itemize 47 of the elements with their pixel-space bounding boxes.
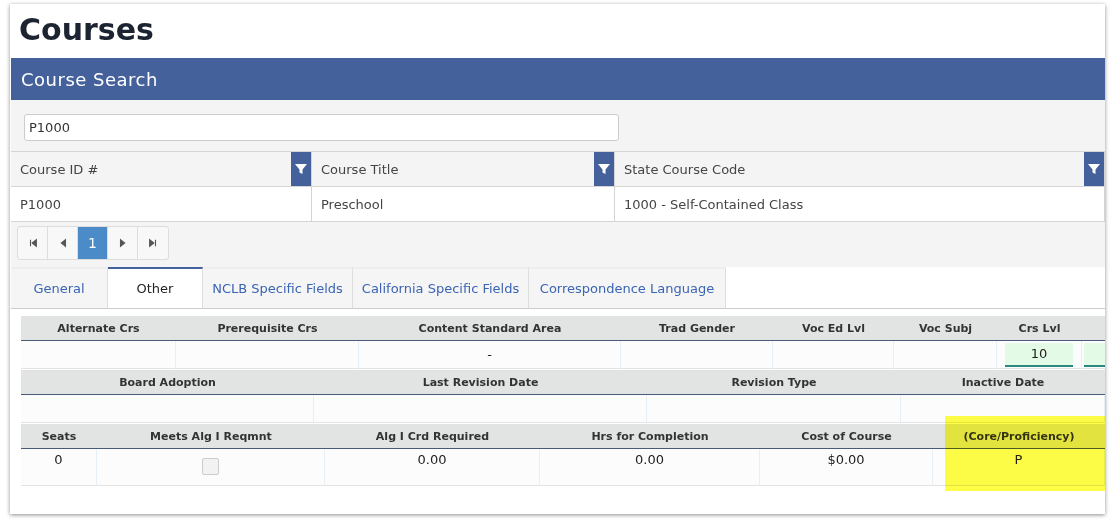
column-header: Alternate Crs	[21, 316, 176, 341]
table-cell: 0.00	[325, 449, 540, 486]
tab[interactable]: Other	[108, 267, 203, 308]
column-header[interactable]: State Course Code	[615, 152, 1105, 187]
checkbox[interactable]	[202, 458, 219, 475]
table-cell: Preschool	[312, 187, 615, 222]
column-header: Board Adoption	[21, 370, 314, 395]
page-button[interactable]: 1	[78, 227, 108, 259]
tab[interactable]: NCLB Specific Fields	[203, 267, 353, 308]
filter-button[interactable]	[1084, 152, 1104, 186]
table-cell: -	[359, 341, 621, 369]
table-cell: P1000	[11, 187, 312, 222]
tab[interactable]: California Specific Fields	[353, 267, 529, 308]
filter-button[interactable]	[594, 152, 614, 186]
column-header: Voc Subj	[894, 316, 997, 341]
search-field[interactable]: P1000	[24, 114, 619, 141]
column-header: Crs Lvl	[997, 316, 1082, 341]
column-header: Trad Gender	[621, 316, 773, 341]
column-header: Cost of Course	[760, 424, 933, 449]
column-header: Hrs for Completion	[540, 424, 760, 449]
column-header: Seats	[21, 424, 97, 449]
panel-title: Course Search	[21, 68, 158, 90]
tab[interactable]: Correspondence Language	[529, 267, 726, 308]
right-triangle-icon	[117, 238, 128, 248]
input-field[interactable]: 10	[1005, 342, 1073, 367]
column-header[interactable]: Course Title	[312, 152, 615, 187]
tab[interactable]: General	[11, 267, 108, 308]
filter-icon[interactable]	[295, 163, 307, 175]
table-cell: 0.00	[540, 449, 760, 486]
filter-icon[interactable]	[1088, 163, 1100, 175]
column-header: Revision Type	[647, 370, 901, 395]
column-header: Content Standard Area	[359, 316, 621, 341]
last-page-icon	[148, 238, 158, 248]
column-header: Prerequisite Crs	[176, 316, 359, 341]
filter-button[interactable]	[291, 152, 311, 186]
table-cell: 0	[21, 449, 97, 486]
page-title: Courses	[18, 11, 155, 49]
column-header: Inactive Date	[901, 370, 1105, 395]
column-header[interactable]: Course ID #	[11, 152, 312, 187]
filter-icon[interactable]	[598, 163, 610, 175]
column-header: Last Revision Date	[314, 370, 647, 395]
table-cell: 1000 - Self-Contained Class	[615, 187, 1105, 222]
column-header: Meets Alg I Reqmnt	[97, 424, 325, 449]
first-page-icon	[27, 238, 38, 248]
column-header: Voc Ed Lvl	[773, 316, 894, 341]
column-header: Alg I Crd Required	[325, 424, 540, 449]
table-cell: $0.00	[760, 449, 933, 486]
